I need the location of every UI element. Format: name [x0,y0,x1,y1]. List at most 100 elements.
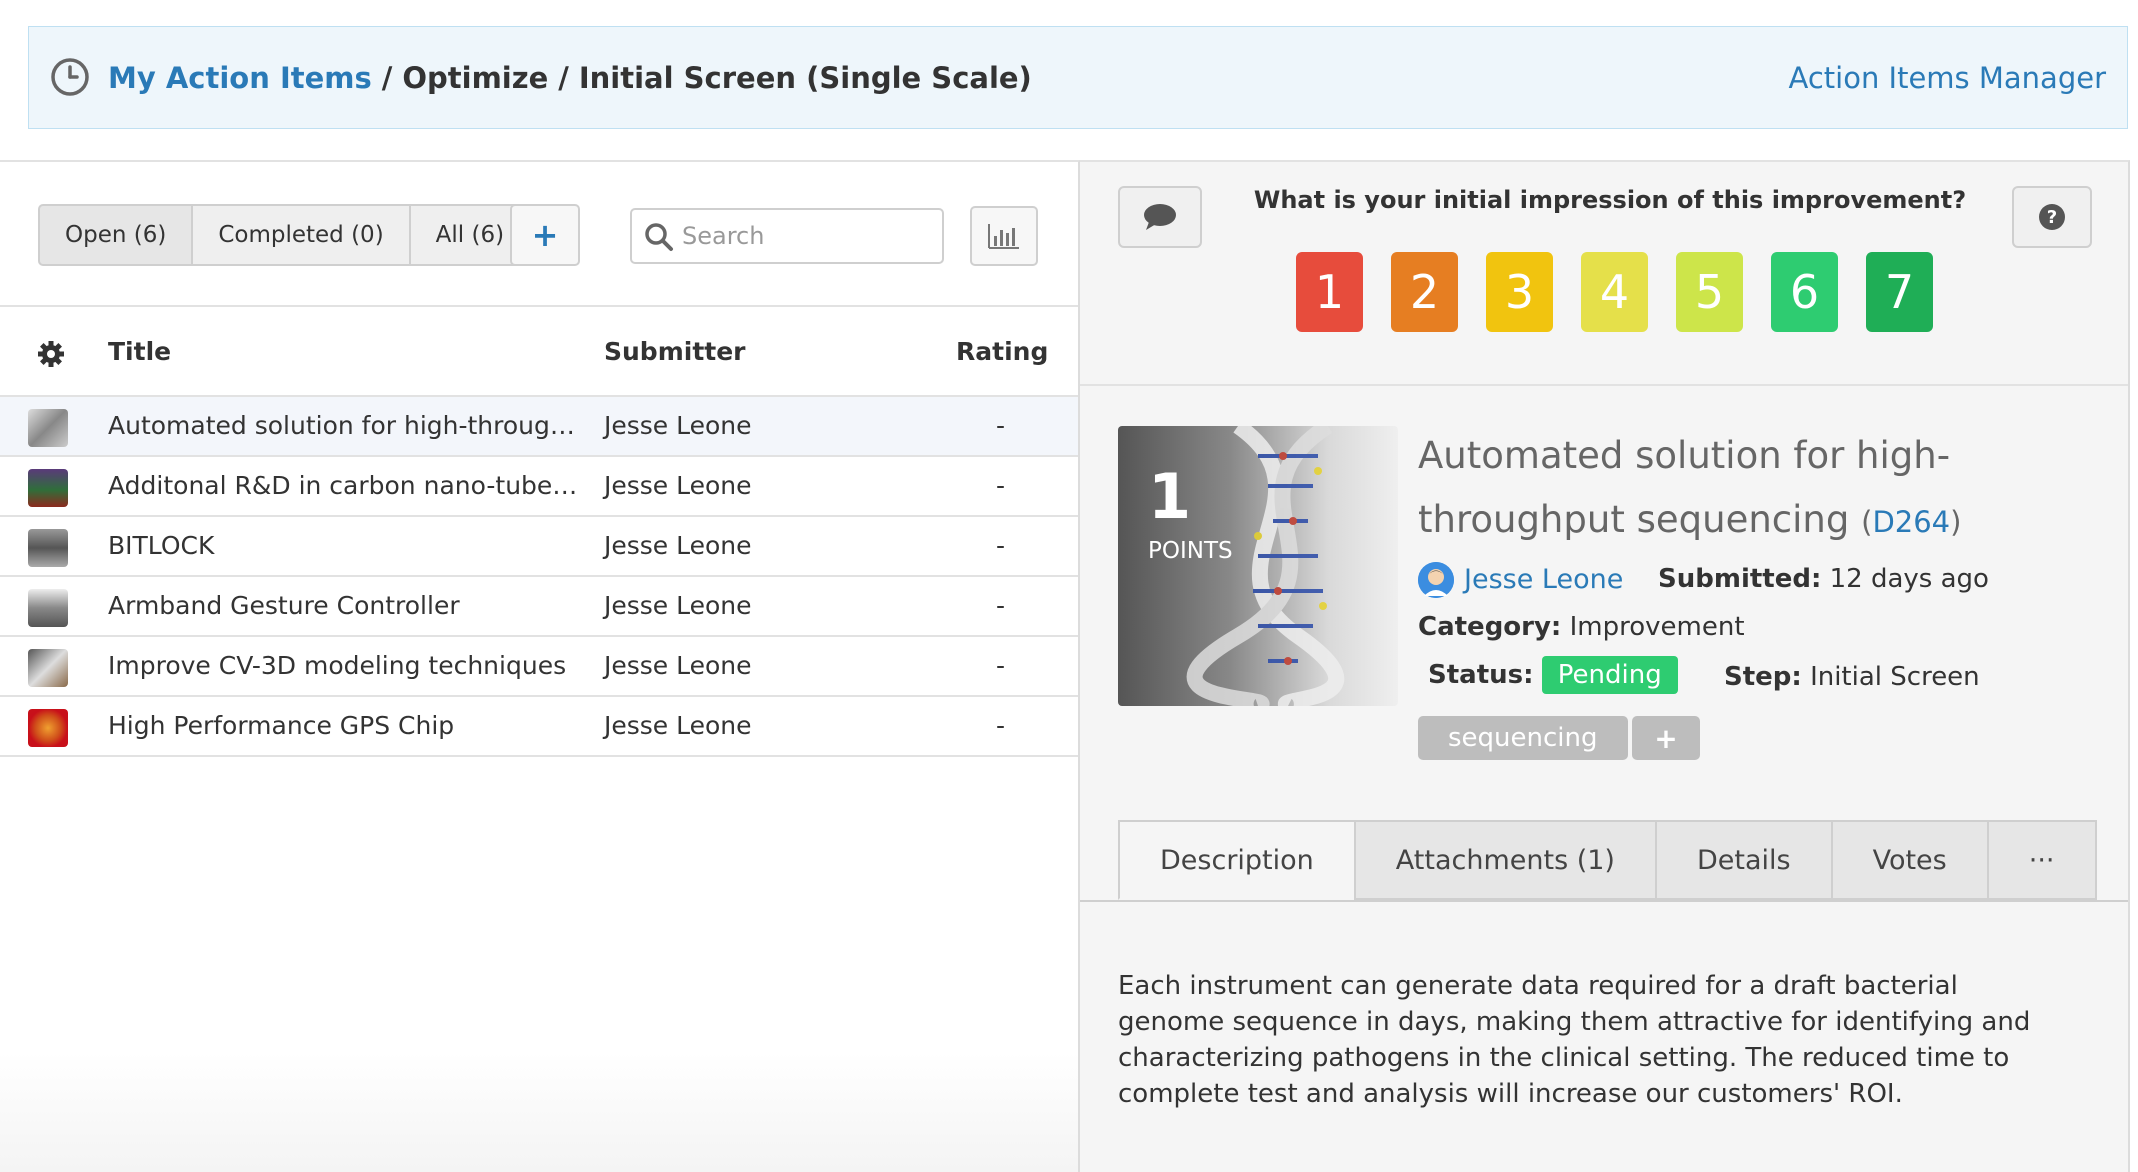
tab-more[interactable]: ··· [1986,820,2097,900]
rating-scale: 1 2 3 4 5 6 7 [1296,252,1961,332]
row-title: Armband Gesture Controller [108,591,460,620]
row-title: Automated solution for high-throughput s… [108,411,578,440]
row-thumbnail [28,529,68,567]
breadcrumb-separator: / [558,60,569,95]
table-header: Title Submitter Rating [0,305,1078,397]
submitted-value: 12 days ago [1829,564,1989,594]
breadcrumb-separator: / [381,60,393,95]
table-body: Automated solution for high-throughput s… [0,397,1078,757]
list-bottom-fade [0,1052,1078,1172]
description-text: Each instrument can generate data requir… [1118,971,2031,1109]
table-row[interactable]: Additonal R&D in carbon nano-tube techno… [0,457,1078,517]
row-submitter: Jesse Leone [604,471,752,500]
row-thumbnail [28,709,68,747]
tab-votes[interactable]: Votes [1830,820,1987,900]
rating-option-6[interactable]: 6 [1771,252,1838,332]
row-submitter: Jesse Leone [604,531,752,560]
detail-tabs: Description Attachments (1) Details Vote… [1118,820,2097,902]
row-rating: - [996,651,1006,680]
item-title: Automated solution for high-throughput s… [1418,424,2038,554]
rating-option-2[interactable]: 2 [1391,252,1458,332]
rating-option-5[interactable]: 5 [1676,252,1743,332]
row-rating: - [996,711,1006,740]
add-tag-button[interactable]: + [1632,716,1700,760]
column-submitter[interactable]: Submitter [604,337,746,366]
tabs-divider [1080,900,2128,902]
filter-completed-button[interactable]: Completed (0) [193,204,411,266]
rating-option-7[interactable]: 7 [1866,252,1933,332]
row-thumbnail [28,649,68,687]
table-row[interactable]: BITLOCK Jesse Leone - [0,517,1078,577]
breadcrumb-current: Initial Screen (Single Scale) [578,60,1032,95]
row-thumbnail [28,409,68,447]
avatar [1418,562,1454,598]
breadcrumb-optimize: Optimize [402,60,549,95]
comment-button[interactable] [1118,186,1202,248]
row-title: Improve CV-3D modeling techniques [108,651,567,680]
row-rating: - [996,411,1006,440]
action-items-manager-link[interactable]: Action Items Manager [1789,27,2107,128]
column-title[interactable]: Title [108,337,171,366]
step-label: Step: [1724,662,1802,692]
status-info: Status: Pending [1428,656,1678,694]
table-row[interactable]: Automated solution for high-throughput s… [0,397,1078,457]
row-submitter: Jesse Leone [604,411,752,440]
row-rating: - [996,471,1006,500]
tab-description[interactable]: Description [1118,820,1354,900]
category-info: Category: Improvement [1418,612,1745,642]
tab-attachments[interactable]: Attachments (1) [1353,820,1655,900]
row-submitter: Jesse Leone [604,651,752,680]
row-thumbnail [28,589,68,627]
points-value: 1 [1148,460,1192,533]
clock-icon [51,58,89,96]
points-label: POINTS [1148,538,1233,564]
tag-sequencing[interactable]: sequencing [1418,716,1628,760]
row-title: High Performance GPS Chip [108,711,455,740]
submitter-link[interactable]: Jesse Leone [1464,564,1623,595]
row-title: Additonal R&D in carbon nano-tube techno… [108,471,578,500]
search-icon [645,223,673,251]
chart-button[interactable] [970,206,1038,266]
column-rating[interactable]: Rating [956,337,1048,366]
search-input[interactable]: Search [630,208,944,264]
add-item-button[interactable]: + [510,204,580,266]
step-info: Step: Initial Screen [1724,662,1980,692]
table-row[interactable]: Armband Gesture Controller Jesse Leone - [0,577,1078,637]
row-thumbnail [28,469,68,507]
item-code-link[interactable]: D264 [1872,505,1950,539]
category-label: Category: [1418,612,1562,642]
action-items-list-panel: Open (6) Completed (0) All (6) + Search [0,160,1080,1172]
step-value: Initial Screen [1810,662,1980,692]
breadcrumb: My Action Items / Optimize / Initial Scr… [108,27,1032,128]
row-rating: - [996,531,1006,560]
search-placeholder: Search [682,222,765,250]
row-title: BITLOCK [108,531,215,560]
paren: ) [1950,505,1962,539]
paren: ( [1861,505,1873,539]
table-row[interactable]: High Performance GPS Chip Jesse Leone - [0,697,1078,757]
user-avatar-icon [1418,562,1454,598]
bar-chart-icon [988,224,1019,249]
row-submitter: Jesse Leone [604,591,752,620]
filter-group: Open (6) Completed (0) All (6) [38,204,532,266]
submitted-info: Submitted: 12 days ago [1658,564,1989,594]
filter-open-button[interactable]: Open (6) [38,204,194,266]
rating-option-4[interactable]: 4 [1581,252,1648,332]
rating-option-1[interactable]: 1 [1296,252,1363,332]
rating-question: What is your initial impression of this … [1253,186,1967,214]
action-item-detail-panel: What is your initial impression of this … [1080,160,2130,1172]
question-mark-icon: ? [2039,204,2065,230]
submitted-label: Submitted: [1658,564,1822,594]
help-button[interactable]: ? [2012,186,2092,248]
divider [1080,384,2128,386]
breadcrumb-bar: My Action Items / Optimize / Initial Scr… [28,26,2128,129]
breadcrumb-my-action-items[interactable]: My Action Items [108,61,372,95]
gear-icon[interactable] [37,340,65,368]
row-rating: - [996,591,1006,620]
status-label: Status: [1428,660,1534,690]
rating-option-3[interactable]: 3 [1486,252,1553,332]
status-badge: Pending [1541,656,1678,694]
table-row[interactable]: Improve CV-3D modeling techniques Jesse … [0,637,1078,697]
tab-details[interactable]: Details [1654,820,1831,900]
row-submitter: Jesse Leone [604,711,752,740]
